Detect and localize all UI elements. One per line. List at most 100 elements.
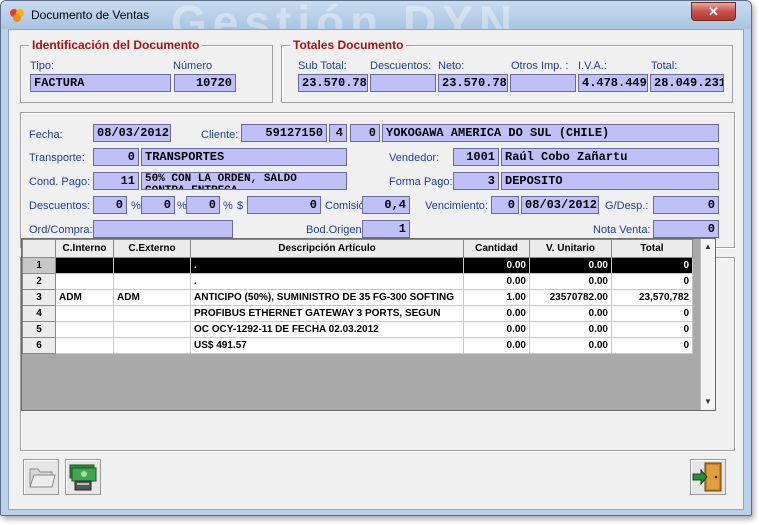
cell-v-unitario[interactable]: 0.00	[529, 257, 612, 274]
descuento-monto-field[interactable]: 0	[247, 196, 321, 214]
tipo-field[interactable]: FACTURA	[30, 74, 171, 92]
cell-c-externo[interactable]	[113, 257, 191, 274]
cell-cantidad[interactable]: 0.00	[463, 321, 530, 338]
col-c-externo[interactable]: C.Externo	[113, 239, 191, 258]
cliente-dv-field[interactable]: 4	[329, 124, 347, 142]
ordcompra-label: Ord/Compra:	[29, 224, 93, 236]
exit-button[interactable]	[690, 459, 726, 495]
cell-v-unitario[interactable]: 0.00	[529, 337, 612, 354]
forma-pago-name-field[interactable]: DEPOSITO	[501, 172, 719, 190]
cell-total[interactable]: 0	[611, 257, 693, 274]
cell-c-interno[interactable]: ADM	[55, 289, 114, 306]
cell-c-interno[interactable]	[55, 305, 114, 322]
cell-v-unitario[interactable]: 0.00	[529, 273, 612, 290]
cell-c-interno[interactable]	[55, 321, 114, 338]
cliente-nombre-field[interactable]: YOKOGAWA AMERICA DO SUL (CHILE)	[382, 124, 719, 142]
transporte-code-field[interactable]: 0	[93, 148, 139, 166]
table-row[interactable]: 3 ADM ADM ANTICIPO (50%), SUMINISTRO DE …	[22, 289, 693, 306]
cell-descripcion[interactable]: OC OCY-1292-11 DE FECHA 02.03.2012	[190, 321, 464, 338]
cell-c-interno[interactable]	[55, 257, 114, 274]
descuentos-total-field[interactable]	[370, 74, 436, 92]
cell-v-unitario[interactable]: 0.00	[529, 321, 612, 338]
vencimiento-date-field[interactable]: 08/03/2012	[521, 196, 599, 214]
cell-cantidad[interactable]: 0.00	[463, 337, 530, 354]
ordcompra-field[interactable]	[93, 220, 233, 238]
cell-descripcion[interactable]: ANTICIPO (50%), SUMINISTRO DE 35 FG-300 …	[190, 289, 464, 306]
table-row[interactable]: 5 OC OCY-1292-11 DE FECHA 02.03.2012 0.0…	[22, 321, 693, 338]
cell-cantidad[interactable]: 1.00	[463, 289, 530, 306]
table-row[interactable]: 6 US$ 491.57 0.00 0.00 0	[22, 337, 693, 354]
fecha-field[interactable]: 08/03/2012	[93, 124, 171, 142]
grid-corner[interactable]	[22, 239, 56, 258]
grid-vertical-scrollbar[interactable]: ▲ ▼	[700, 239, 715, 410]
vendedor-code-field[interactable]: 1001	[453, 148, 499, 166]
cell-cantidad[interactable]: 0.00	[463, 305, 530, 322]
row-number[interactable]: 1	[22, 257, 56, 274]
cell-c-externo[interactable]	[113, 337, 191, 354]
iva-field[interactable]: 4.478.449	[578, 74, 648, 92]
cell-c-interno[interactable]	[55, 337, 114, 354]
col-c-interno[interactable]: C.Interno	[55, 239, 114, 258]
cell-descripcion[interactable]: US$ 491.57	[190, 337, 464, 354]
cell-total[interactable]: 0	[611, 305, 693, 322]
descuento1-field[interactable]: 0	[93, 196, 127, 214]
gdesp-field[interactable]: 0	[653, 196, 719, 214]
cell-total[interactable]: 23,570,782	[611, 289, 693, 306]
cell-cantidad[interactable]: 0.00	[463, 273, 530, 290]
cliente-suc-field[interactable]: 0	[350, 124, 380, 142]
numero-field[interactable]: 10720	[174, 74, 236, 92]
row-number[interactable]: 4	[22, 305, 56, 322]
col-v-unitario[interactable]: V. Unitario	[529, 239, 612, 258]
cell-v-unitario[interactable]: 23570782.00	[529, 289, 612, 306]
col-cantidad[interactable]: Cantidad	[463, 239, 530, 258]
forma-pago-code-field[interactable]: 3	[453, 172, 499, 190]
cell-c-externo[interactable]: ADM	[113, 289, 191, 306]
cell-cantidad[interactable]: 0.00	[463, 257, 530, 274]
cell-c-externo[interactable]	[113, 273, 191, 290]
cond-pago-code-field[interactable]: 11	[93, 172, 139, 190]
cell-total[interactable]: 0	[611, 321, 693, 338]
title-bar[interactable]: Gestión DYN Documento de Ventas ✕	[1, 1, 751, 48]
scroll-down-icon[interactable]: ▼	[701, 394, 715, 410]
detail-grid[interactable]: C.Interno C.Externo Descripción Artículo…	[21, 238, 716, 411]
otros-imp-field[interactable]	[510, 74, 576, 92]
total-field[interactable]: 28.049.231	[650, 74, 724, 92]
descuento2-field[interactable]: 0	[141, 196, 175, 214]
cell-c-interno[interactable]	[55, 273, 114, 290]
close-button[interactable]: ✕	[691, 2, 736, 21]
transporte-name-field[interactable]: TRANSPORTES	[141, 148, 347, 166]
cell-total[interactable]: 0	[611, 337, 693, 354]
cell-total[interactable]: 0	[611, 273, 693, 290]
vencimiento-days-field[interactable]: 0	[491, 196, 519, 214]
comision-field[interactable]: 0,4	[362, 196, 410, 214]
row-number[interactable]: 2	[22, 273, 56, 290]
neto-field[interactable]: 23.570.782	[438, 74, 508, 92]
bodorigen-field[interactable]: 1	[362, 220, 410, 238]
col-descripcion[interactable]: Descripción Artículo	[190, 239, 464, 258]
forma-pago-label: Forma Pago:	[389, 176, 453, 188]
notaventa-field[interactable]: 0	[653, 220, 719, 238]
table-row[interactable]: 2 . 0.00 0.00 0	[22, 273, 693, 290]
row-number[interactable]: 6	[22, 337, 56, 354]
vendedor-name-field[interactable]: Raúl Cobo Zañartu	[501, 148, 719, 166]
cell-descripcion[interactable]: .	[190, 273, 464, 290]
detail-table[interactable]: C.Interno C.Externo Descripción Artículo…	[22, 239, 693, 354]
table-row[interactable]: 4 PROFIBUS ETHERNET GATEWAY 3 PORTS, SEG…	[22, 305, 693, 322]
cell-descripcion[interactable]: PROFIBUS ETHERNET GATEWAY 3 PORTS, SEGUN	[190, 305, 464, 322]
gdesp-label: G/Desp.:	[605, 200, 649, 212]
row-number[interactable]: 3	[22, 289, 56, 306]
cond-pago-text-field[interactable]: 50% CON LA ORDEN, SALDO CONTRA ENTREGA	[141, 172, 347, 190]
subtotal-field[interactable]: 23.570.782	[298, 74, 368, 92]
open-folder-button[interactable]	[23, 459, 59, 495]
scroll-up-icon[interactable]: ▲	[701, 239, 715, 255]
descuento3-field[interactable]: 0	[186, 196, 220, 214]
cell-c-externo[interactable]	[113, 305, 191, 322]
cell-descripcion[interactable]: .	[190, 257, 464, 274]
cliente-rut-field[interactable]: 59127150	[241, 124, 327, 142]
col-total[interactable]: Total	[611, 239, 693, 258]
row-number[interactable]: 5	[22, 321, 56, 338]
cell-v-unitario[interactable]: 0.00	[529, 305, 612, 322]
payment-button[interactable]	[65, 459, 101, 495]
cell-c-externo[interactable]	[113, 321, 191, 338]
table-row[interactable]: 1 . 0.00 0.00 0	[22, 257, 693, 274]
